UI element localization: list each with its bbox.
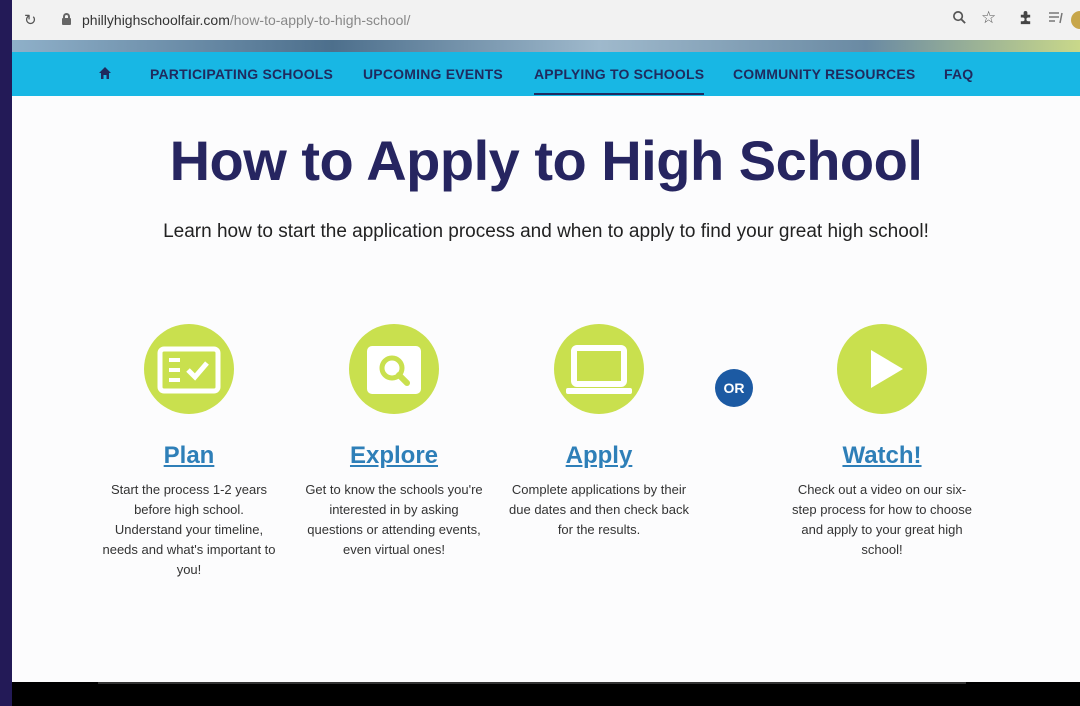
hero-image (12, 40, 1080, 52)
apply-description: Complete applications by their due dates… (509, 482, 689, 537)
plan-description: Start the process 1-2 years before high … (102, 482, 276, 577)
step-explore: Explore Get to know the schools you're i… (294, 324, 494, 560)
play-icon[interactable] (837, 324, 927, 414)
watch-description: Check out a video on our six-step proces… (792, 482, 972, 557)
or-badge: OR (715, 369, 753, 407)
profile-avatar[interactable] (1070, 10, 1080, 34)
explore-description: Get to know the schools you're intereste… (305, 482, 483, 557)
step-plan: Plan Start the process 1-2 years before … (89, 324, 289, 580)
reload-icon[interactable]: ↻ (24, 11, 37, 29)
checklist-icon[interactable] (144, 324, 234, 414)
footer-edge (12, 682, 1080, 706)
laptop-icon[interactable] (554, 324, 644, 414)
nav-applying-to-schools[interactable]: APPLYING TO SCHOOLS (534, 66, 705, 95)
home-icon[interactable] (98, 66, 112, 80)
nav-community-resources[interactable]: COMMUNITY RESOURCES (733, 66, 915, 82)
plan-link[interactable]: Plan (164, 442, 215, 470)
lock-icon[interactable] (62, 13, 71, 25)
address-bar[interactable]: phillyhighschoolfair.com/how-to-apply-to… (82, 12, 410, 28)
page-title: How to Apply to High School (169, 129, 923, 192)
url-domain: phillyhighschoolfair.com (82, 12, 230, 28)
browser-toolbar: ↻ phillyhighschoolfair.com/how-to-apply-… (12, 0, 1080, 40)
watch-link[interactable]: Watch! (842, 442, 921, 470)
step-watch: Watch! Check out a video on our six-step… (782, 324, 982, 560)
reading-list-icon[interactable] (1048, 10, 1064, 29)
nav-faq[interactable]: FAQ (944, 66, 973, 82)
nav-participating-schools[interactable]: PARTICIPATING SCHOOLS (150, 66, 333, 82)
url-path: /how-to-apply-to-high-school/ (229, 12, 411, 28)
nav-upcoming-events[interactable]: UPCOMING EVENTS (363, 66, 503, 82)
magnifier-icon[interactable] (349, 324, 439, 414)
page-subtitle: Learn how to start the application proce… (163, 221, 929, 242)
page-content: How to Apply to High School Learn how to… (12, 96, 1080, 682)
apply-link[interactable]: Apply (566, 442, 633, 470)
explore-link[interactable]: Explore (350, 442, 438, 470)
main-nav: PARTICIPATING SCHOOLS UPCOMING EVENTS AP… (12, 52, 1080, 96)
bookmark-star-icon[interactable]: ☆ (981, 8, 996, 28)
zoom-icon[interactable] (952, 10, 967, 29)
extensions-icon[interactable] (1018, 10, 1033, 29)
step-apply: Apply Complete applications by their due… (499, 324, 699, 540)
